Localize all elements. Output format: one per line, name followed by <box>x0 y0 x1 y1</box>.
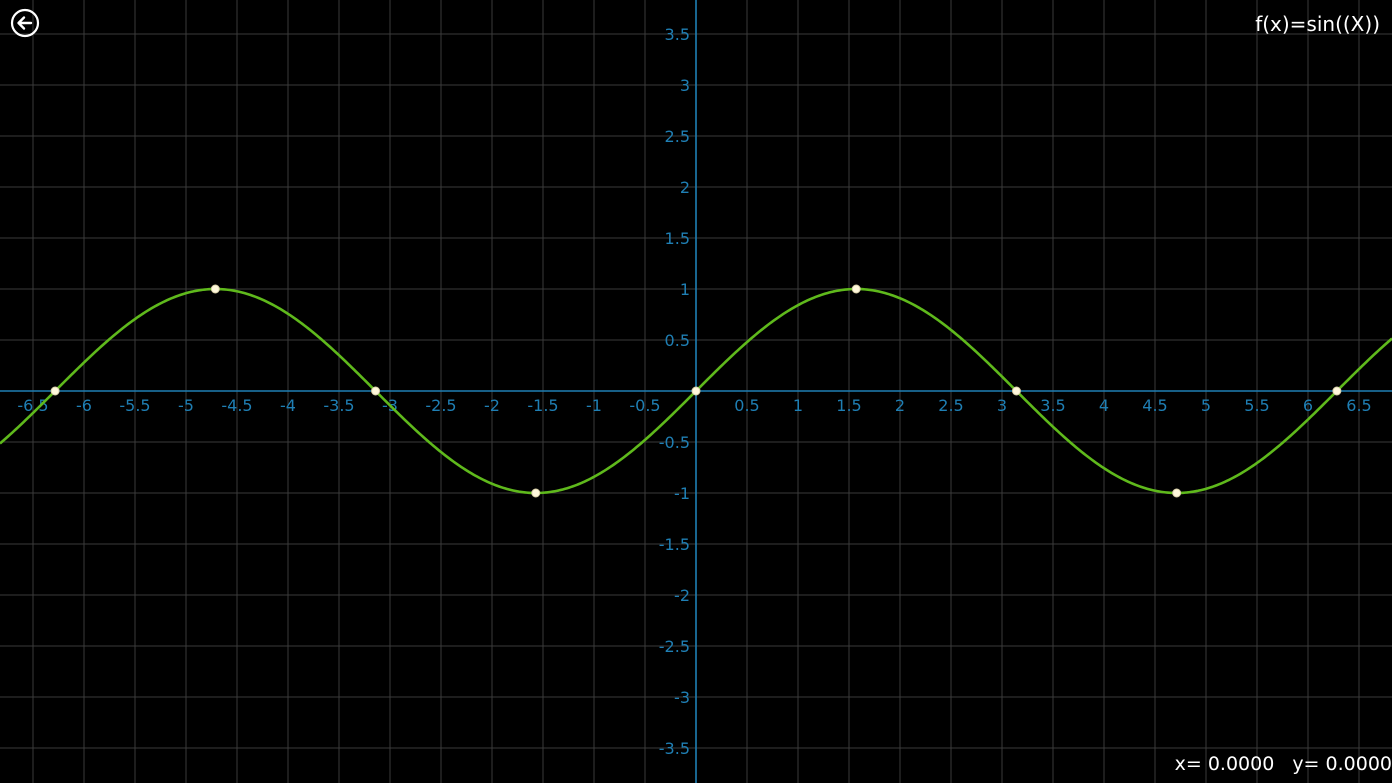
x-tick-label: -6 <box>76 396 92 415</box>
x-tick-label: 1.5 <box>836 396 861 415</box>
back-button[interactable] <box>10 8 40 38</box>
y-tick-label: -3 <box>674 688 690 707</box>
curve-point[interactable] <box>371 386 381 396</box>
y-tick-label: -2 <box>674 586 690 605</box>
x-tick-label: -1.5 <box>527 396 558 415</box>
x-tick-label: -2 <box>484 396 500 415</box>
y-coordinate: y= 0.0000 <box>1292 753 1392 775</box>
curve-point[interactable] <box>210 284 220 294</box>
y-tick-label: -1 <box>674 484 690 503</box>
y-tick-label: -3.5 <box>659 739 690 758</box>
y-tick-label: 1 <box>680 280 690 299</box>
y-tick-label: 0.5 <box>665 331 690 350</box>
x-tick-label: 6.5 <box>1346 396 1371 415</box>
curve-point[interactable] <box>851 284 861 294</box>
x-tick-label: 5.5 <box>1244 396 1269 415</box>
x-tick-label: -5.5 <box>119 396 150 415</box>
function-title: f(x)=sin((X)) <box>1255 12 1380 36</box>
x-tick-label: -5 <box>178 396 194 415</box>
back-arrow-icon <box>10 8 40 38</box>
curve-point[interactable] <box>50 386 60 396</box>
curve-point[interactable] <box>1011 386 1021 396</box>
x-tick-label: 4.5 <box>1142 396 1167 415</box>
y-tick-label: -2.5 <box>659 637 690 656</box>
x-tick-label: 4 <box>1099 396 1109 415</box>
x-coordinate: x= 0.0000 <box>1174 753 1275 775</box>
x-tick-label: 2 <box>895 396 905 415</box>
x-tick-label: 3 <box>997 396 1007 415</box>
y-tick-label: 3 <box>680 76 690 95</box>
curve-point[interactable] <box>531 488 541 498</box>
x-tick-label: -3.5 <box>323 396 354 415</box>
y-tick-label: 1.5 <box>665 229 690 248</box>
y-tick-label: -0.5 <box>659 433 690 452</box>
x-tick-label: -1 <box>586 396 602 415</box>
function-plot[interactable]: -6.5 -6 -5.5 -5 -4.5 -4 -3.5 -3 -2.5 -2 -1.5 -1 -0.5… <box>0 0 1392 783</box>
x-tick-label: -4.5 <box>221 396 252 415</box>
x-tick-label: 0.5 <box>734 396 759 415</box>
x-tick-label: -4 <box>280 396 296 415</box>
curve-point[interactable] <box>1172 488 1182 498</box>
x-tick-label: -2.5 <box>425 396 456 415</box>
coordinate-readout: x= 0.0000 y= 0.0000 <box>1175 753 1392 775</box>
x-tick-label: 5 <box>1201 396 1211 415</box>
x-tick-label: 3.5 <box>1040 396 1065 415</box>
curve-point[interactable] <box>691 386 701 396</box>
y-tick-label: -1.5 <box>659 535 690 554</box>
curve-point[interactable] <box>1332 386 1342 396</box>
y-tick-label: 2 <box>680 178 690 197</box>
x-tick-label: 2.5 <box>938 396 963 415</box>
x-tick-label: 1 <box>793 396 803 415</box>
x-tick-label: 6 <box>1303 396 1313 415</box>
x-tick-label: -0.5 <box>629 396 660 415</box>
graph-app: -6.5 -6 -5.5 -5 -4.5 -4 -3.5 -3 -2.5 -2 -1.5 -1 -0.5… <box>0 0 1392 783</box>
y-tick-label: 2.5 <box>665 127 690 146</box>
y-tick-label: 3.5 <box>665 25 690 44</box>
